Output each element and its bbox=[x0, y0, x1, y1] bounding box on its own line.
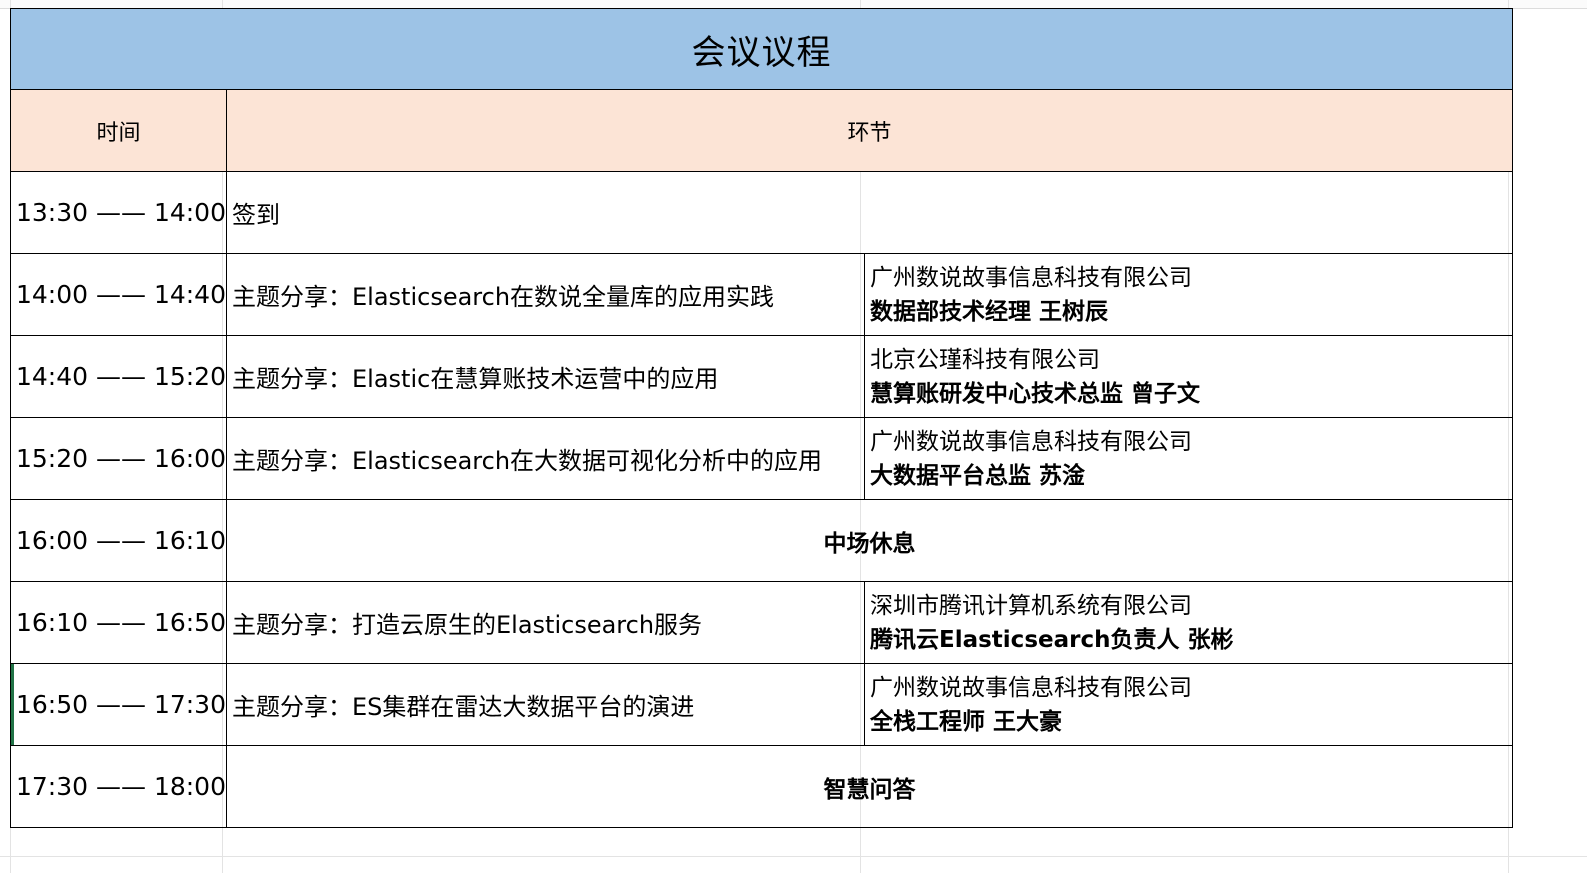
speaker-cell[interactable]: 广州数说故事信息科技有限公司 数据部技术经理 王树辰 bbox=[864, 253, 1513, 336]
speaker-name: 大数据平台总监 苏淦 bbox=[870, 462, 1086, 489]
time-cell[interactable]: 17:30 —— 18:00 bbox=[10, 745, 227, 828]
topic-cell[interactable]: 主题分享：Elasticsearch在大数据可视化分析中的应用 bbox=[226, 417, 865, 500]
agenda-row: 14:40 —— 15:20 主题分享：Elastic在慧算账技术运营中的应用 北京… bbox=[10, 335, 1513, 418]
time-cell[interactable]: 13:30 —— 14:00 bbox=[10, 171, 227, 254]
speaker-cell[interactable]: 深圳市腾讯计算机系统有限公司腾讯云Elasticsearch负责人 张彬 bbox=[864, 581, 1513, 664]
speaker-company: 广州数说故事信息科技有限公司 bbox=[870, 264, 1192, 291]
agenda-row: 15:20 —— 16:00 主题分享：Elasticsearch在大数据可视化分… bbox=[10, 417, 1513, 500]
agenda-title[interactable]: 会议议程 bbox=[10, 8, 1513, 90]
speaker-cell[interactable]: 北京公瑾科技有限公司慧算账研发中心技术总监 曾子文 bbox=[864, 335, 1513, 418]
time-cell[interactable]: 14:40 —— 15:20 bbox=[10, 335, 227, 418]
header-time[interactable]: 时间 bbox=[10, 89, 227, 172]
time-cell[interactable]: 14:00 —— 14:40 bbox=[10, 253, 227, 336]
time-cell[interactable]: 15:20 —— 16:00 bbox=[10, 417, 227, 500]
topic-cell[interactable]: 主题分享：Elasticsearch在数说全量库的应用实践 bbox=[226, 253, 865, 336]
agenda-row: 14:00 —— 14:40 主题分享：Elasticsearch在数说全量库的应… bbox=[10, 253, 1513, 336]
break-cell[interactable]: 智慧问答 bbox=[226, 745, 1513, 828]
speaker-cell[interactable]: 广州数说故事信息科技有限公司 大数据平台总监 苏淦 bbox=[864, 417, 1513, 500]
agenda-row: 16:10 —— 16:50 主题分享：打造云原生的Elasticsearch服务… bbox=[10, 581, 1513, 664]
time-cell[interactable]: 16:10 —— 16:50 bbox=[10, 581, 227, 664]
speaker-name: 慧算账研发中心技术总监 曾子文 bbox=[870, 380, 1201, 407]
header-session[interactable]: 环节 bbox=[226, 89, 1513, 172]
agenda-row: 13:30 —— 14:00 签到 bbox=[10, 171, 1513, 254]
speaker-cell[interactable]: 广州数说故事信息科技有限公司 全栈工程师 王大豪 bbox=[864, 663, 1513, 746]
time-cell[interactable]: 16:50 —— 17:30 bbox=[10, 663, 227, 746]
speaker-company: 北京公瑾科技有限公司 bbox=[870, 346, 1100, 373]
topic-cell[interactable]: 主题分享：ES集群在雷达大数据平台的演进 bbox=[226, 663, 865, 746]
topic-cell[interactable]: 主题分享：Elastic在慧算账技术运营中的应用 bbox=[226, 335, 865, 418]
speaker-company: 广州数说故事信息科技有限公司 bbox=[870, 674, 1192, 701]
topic-cell[interactable]: 主题分享：打造云原生的Elasticsearch服务 bbox=[226, 581, 865, 664]
speaker-name: 数据部技术经理 王树辰 bbox=[870, 298, 1109, 325]
break-cell[interactable]: 中场休息 bbox=[226, 499, 1513, 582]
agenda-table: 会议议程 时间 环节 13:30 —— 14:00 签到 14:00 —— 14:4… bbox=[10, 8, 1513, 828]
agenda-row: 17:30 —— 18:00 智慧问答 bbox=[10, 745, 1513, 828]
speaker-company: 深圳市腾讯计算机系统有限公司 bbox=[870, 592, 1192, 619]
topic-cell[interactable]: 签到 bbox=[226, 171, 1513, 254]
speaker-name: 全栈工程师 王大豪 bbox=[870, 708, 1063, 735]
agenda-row: 16:00 —— 16:10 中场休息 bbox=[10, 499, 1513, 582]
time-cell[interactable]: 16:00 —— 16:10 bbox=[10, 499, 227, 582]
agenda-row: 16:50 —— 17:30 主题分享：ES集群在雷达大数据平台的演进 广州数说故事… bbox=[10, 663, 1513, 746]
speaker-name: 腾讯云Elasticsearch负责人 张彬 bbox=[870, 626, 1234, 653]
speaker-company: 广州数说故事信息科技有限公司 bbox=[870, 428, 1192, 455]
